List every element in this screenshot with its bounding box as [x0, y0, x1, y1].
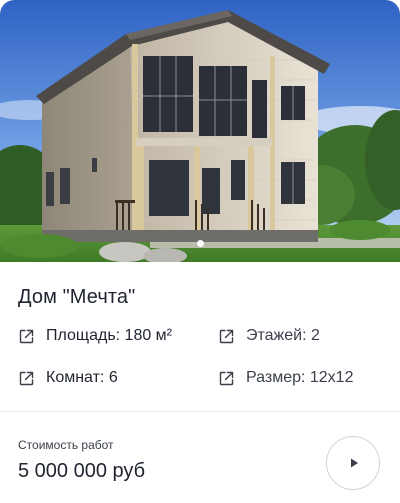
spec-area: Площадь: 180 м² [18, 327, 172, 345]
spec-floors: Этажей: 2 [218, 327, 320, 345]
play-icon [351, 458, 358, 468]
external-link-icon [218, 370, 235, 387]
spec-size-label: Размер: 12х12 [246, 369, 354, 386]
house-card[interactable]: Дом "Мечта" Площадь: 180 м² Этажей: 2 Ко… [0, 0, 400, 503]
spec-floors-label: Этажей: 2 [246, 327, 320, 344]
cost-label: Стоимость работ [18, 438, 114, 452]
external-link-icon [218, 328, 235, 345]
house-photo[interactable] [0, 0, 400, 262]
spec-area-label: Площадь: 180 м² [46, 327, 173, 344]
house-illustration [0, 0, 400, 262]
spec-size: Размер: 12х12 [218, 369, 353, 387]
external-link-icon [18, 370, 35, 387]
gallery-pagination [0, 240, 400, 247]
open-details-button[interactable] [326, 436, 380, 490]
price-value: 5 000 000 руб [18, 460, 146, 482]
external-link-icon [18, 328, 35, 345]
spec-rooms-label: Комнат: 6 [46, 369, 118, 386]
house-title: Дом "Мечта" [18, 286, 136, 308]
spec-rooms: Комнат: 6 [18, 369, 118, 387]
gallery-dot-active[interactable] [196, 240, 204, 247]
